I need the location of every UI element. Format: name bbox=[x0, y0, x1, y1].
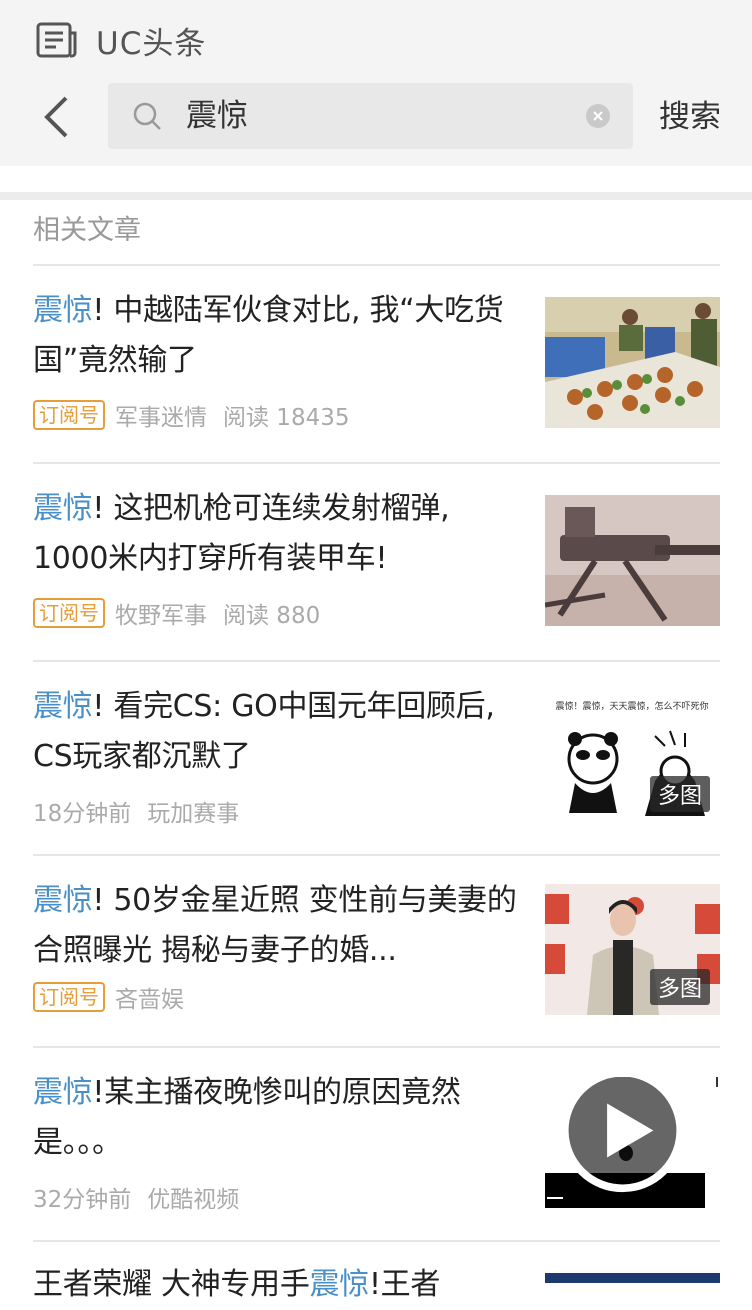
thumbnail bbox=[545, 297, 720, 428]
back-button[interactable] bbox=[34, 92, 78, 142]
article-source: 军事迷情 bbox=[115, 405, 207, 431]
thumbnail bbox=[545, 1077, 720, 1208]
list-item[interactable]: 震惊! 50岁金星近照 变性前与美妻的合照曝光 揭秘与妻子的婚... 订阅号 吝… bbox=[33, 856, 720, 1048]
machine-gun-photo-image bbox=[545, 495, 720, 626]
title-text: ! 中越陆军伙食对比, 我“大吃货国”竟然输了 bbox=[33, 293, 504, 378]
game-image bbox=[545, 1273, 720, 1283]
title-text: ! 看完CS: GO中国元年回顾后, CS玩家都沉默了 bbox=[33, 689, 495, 774]
article-source: 牧野军事 bbox=[115, 603, 207, 629]
clear-icon[interactable] bbox=[586, 104, 610, 128]
search-query: 震惊 bbox=[186, 98, 248, 134]
keyword-highlight: 震惊 bbox=[33, 491, 93, 526]
article-title: 震惊! 看完CS: GO中国元年回顾后, CS玩家都沉默了 bbox=[33, 682, 520, 782]
article-title: 震惊! 中越陆军伙食对比, 我“大吃货国”竟然输了 bbox=[33, 286, 520, 386]
title-text: !王者 bbox=[368, 1267, 441, 1302]
article-source: 吝啬娱 bbox=[115, 987, 184, 1013]
top-bar: UC头条 震惊 搜索 bbox=[0, 0, 752, 166]
keyword-highlight: 震惊 bbox=[33, 883, 93, 918]
thumbnail-caption: 震惊！震惊，天天震惊，怎么不吓死你 bbox=[555, 700, 708, 712]
multi-image-badge: 多图 bbox=[649, 776, 710, 812]
food-photo-image bbox=[545, 297, 720, 428]
article-meta: 订阅号 吝啬娱 bbox=[33, 980, 184, 1014]
list-item[interactable]: 震惊! 中越陆军伙食对比, 我“大吃货国”竟然输了 订阅号 军事迷情 阅读 18… bbox=[33, 266, 720, 464]
article-time: 32分钟前 bbox=[33, 1187, 132, 1213]
article-time: 18分钟前 bbox=[33, 801, 132, 827]
article-title: 震惊! 这把机枪可连续发射榴弹, 1000米内打穿所有装甲车! bbox=[33, 484, 520, 584]
article-title: 震惊!某主播夜晚惨叫的原因竟然是。。。 bbox=[33, 1068, 520, 1168]
read-count: 阅读 18435 bbox=[223, 405, 350, 431]
article-meta: 订阅号 牧野军事 阅读 880 bbox=[33, 596, 320, 630]
search-icon bbox=[133, 102, 161, 130]
keyword-highlight: 震惊 bbox=[33, 1075, 93, 1110]
article-title: 震惊! 50岁金星近照 变性前与美妻的合照曝光 揭秘与妻子的婚... bbox=[33, 876, 520, 976]
app-title: UC头条 bbox=[96, 25, 207, 62]
list-item[interactable]: 震惊!某主播夜晚惨叫的原因竟然是。。。 32分钟前 优酷视频 bbox=[33, 1048, 720, 1242]
article-meta: 订阅号 军事迷情 阅读 18435 bbox=[33, 398, 349, 432]
subscription-tag: 订阅号 bbox=[33, 400, 105, 430]
article-meta: 32分钟前 优酷视频 bbox=[33, 1180, 239, 1214]
search-button[interactable]: 搜索 bbox=[659, 92, 721, 142]
thumbnail bbox=[545, 1273, 720, 1283]
article-source: 优酷视频 bbox=[147, 1187, 240, 1213]
title-text: ! 这把机枪可连续发射榴弹, 1000米内打穿所有装甲车! bbox=[33, 491, 450, 576]
list-item[interactable]: 王者荣耀 大神专用手震惊!王者 bbox=[33, 1242, 720, 1302]
title-text: 王者荣耀 大神专用手 bbox=[33, 1267, 310, 1302]
thumbnail: 震惊！震惊，天天震惊，怎么不吓死你 多图 bbox=[545, 691, 720, 822]
article-title: 王者荣耀 大神专用手震惊!王者 bbox=[33, 1260, 520, 1310]
subscription-tag: 订阅号 bbox=[33, 982, 105, 1012]
play-icon[interactable] bbox=[545, 1077, 710, 1196]
app-header: UC头条 bbox=[36, 18, 206, 62]
list-item[interactable]: 震惊! 这把机枪可连续发射榴弹, 1000米内打穿所有装甲车! 订阅号 牧野军事… bbox=[33, 464, 720, 662]
read-count: 阅读 880 bbox=[223, 603, 321, 629]
section-title: 相关文章 bbox=[33, 215, 141, 246]
thumbnail bbox=[545, 495, 720, 626]
keyword-highlight: 震惊 bbox=[33, 689, 93, 724]
subscription-tag: 订阅号 bbox=[33, 598, 105, 628]
search-input[interactable]: 震惊 bbox=[108, 83, 633, 149]
article-meta: 18分钟前 玩加赛事 bbox=[33, 794, 239, 828]
keyword-highlight: 震惊 bbox=[33, 293, 93, 328]
article-source: 玩加赛事 bbox=[147, 801, 240, 827]
title-text: ! 50岁金星近照 变性前与美妻的合照曝光 揭秘与妻子的婚... bbox=[33, 883, 517, 968]
chevron-left-icon bbox=[44, 96, 68, 138]
keyword-highlight: 震惊 bbox=[309, 1267, 370, 1302]
multi-image-badge: 多图 bbox=[649, 969, 710, 1005]
news-icon bbox=[36, 22, 77, 58]
divider bbox=[0, 192, 752, 200]
title-text: !某主播夜晚惨叫的原因竟然是。。。 bbox=[33, 1075, 461, 1160]
thumbnail: 多图 bbox=[545, 884, 720, 1015]
list-item[interactable]: 震惊! 看完CS: GO中国元年回顾后, CS玩家都沉默了 18分钟前 玩加赛事… bbox=[33, 662, 720, 856]
